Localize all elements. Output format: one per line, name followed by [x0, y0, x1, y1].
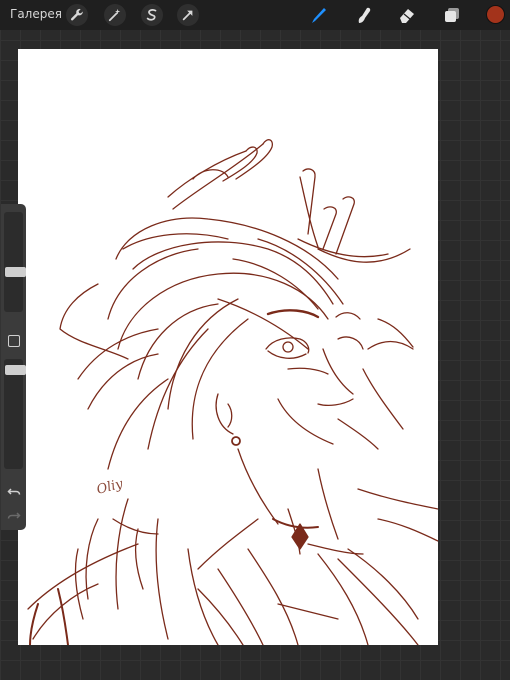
sketch-artwork: Oliy	[27, 139, 438, 645]
brush-size-slider[interactable]	[4, 212, 26, 312]
brush-icon[interactable]	[309, 5, 329, 25]
drawing-canvas[interactable]: Oliy	[18, 49, 438, 645]
magic-wand-icon[interactable]	[104, 4, 126, 26]
opacity-thumb[interactable]	[5, 365, 26, 375]
top-toolbar: Галерея	[0, 0, 510, 30]
modify-button[interactable]	[8, 335, 20, 347]
signature: Oliy	[95, 476, 125, 497]
layers-icon[interactable]	[442, 5, 462, 25]
eraser-icon[interactable]	[397, 5, 417, 25]
gallery-button[interactable]: Галерея	[10, 7, 62, 21]
smudge-icon[interactable]	[354, 5, 374, 25]
brush-size-thumb[interactable]	[5, 267, 26, 277]
left-sidebar	[1, 204, 26, 530]
redo-icon[interactable]	[7, 508, 21, 522]
opacity-slider[interactable]	[4, 359, 26, 469]
wrench-icon[interactable]	[66, 4, 88, 26]
undo-icon[interactable]	[7, 484, 21, 498]
transform-arrow-icon[interactable]	[177, 4, 199, 26]
selection-icon[interactable]	[141, 4, 163, 26]
color-picker-swatch[interactable]	[486, 5, 505, 24]
